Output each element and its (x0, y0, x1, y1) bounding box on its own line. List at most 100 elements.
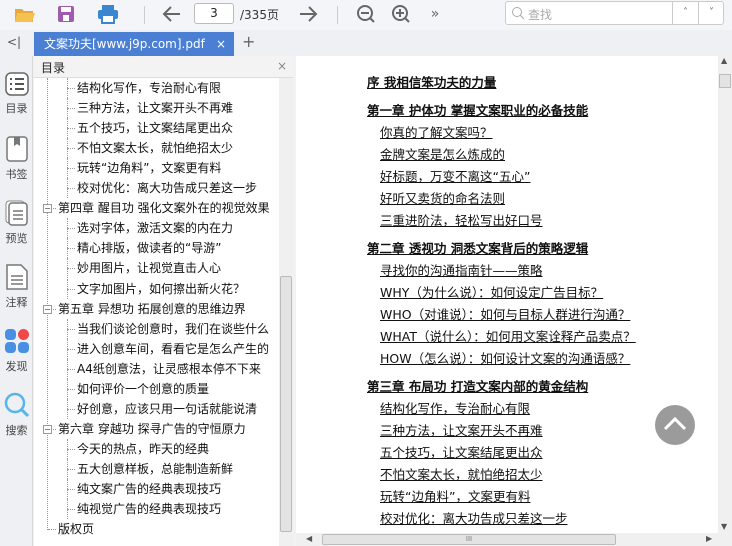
tab-document[interactable]: 文案功夫[www.j9p.com].pdf × (34, 32, 234, 56)
toc-item[interactable]: 五个技巧，让文案结尾更出众 (77, 118, 233, 138)
new-tab-button[interactable]: + (242, 32, 255, 51)
toc-item[interactable]: 文字加图片，如何擦出新火花？ (77, 279, 245, 299)
tree-line (67, 278, 68, 299)
doc-toc-item-link[interactable]: 五个技巧，让文案结尾更出众 (380, 442, 543, 461)
vertical-scrollbar[interactable]: ▲ ▼ (718, 56, 732, 533)
bookmark-icon (5, 136, 28, 165)
tree-line (67, 388, 75, 390)
tree-line (67, 258, 68, 279)
tree-line (67, 438, 68, 459)
doc-toc-item-link[interactable]: 校对优化：离大功告成只差这一步 (380, 508, 568, 527)
tree-line (67, 489, 75, 490)
tree-line (67, 288, 75, 290)
tree-line (67, 78, 68, 99)
rail-item-annotation[interactable]: 注释 (0, 264, 33, 310)
document-view: 序 我相信笨功夫的力量第一章 护体功 掌握文案职业的必备技能你真的了解文案吗？ 金… (296, 56, 718, 533)
toc-scroll-thumb[interactable] (280, 276, 292, 532)
open-folder-icon[interactable] (13, 3, 37, 25)
scroll-down-arrow-icon[interactable]: ▼ (721, 522, 727, 531)
close-toc-icon[interactable]: × (277, 59, 287, 73)
toc-icon (4, 72, 29, 99)
toc-item[interactable]: 妙用图片，让视觉直击人心 (77, 258, 221, 278)
toc-item[interactable]: 玩转“边角料”，文案更有料 (77, 158, 221, 178)
tree-line (67, 88, 75, 89)
toc-item[interactable]: 三种方法，让文案开头不再难 (77, 98, 233, 118)
doc-toc-item-link[interactable]: WHO（对谁说）：如何与目标人群进行沟通？ (380, 304, 630, 323)
toc-item[interactable]: 纯文案广告的经典表现技巧 (77, 479, 221, 499)
prev-page-icon[interactable] (160, 3, 184, 25)
doc-toc-chapter-link[interactable]: 序 我相信笨功夫的力量 (367, 72, 496, 91)
doc-toc-chapter-link[interactable]: 第二章 透视功 洞悉文案背后的策略逻辑 (367, 238, 588, 257)
scroll-right-arrow-icon[interactable]: ▶ (706, 534, 712, 543)
doc-toc-item-link[interactable]: 三重进阶法，轻松写出好口号 (380, 210, 543, 229)
search-box[interactable]: 查找 ˄ ˅ (505, 1, 724, 25)
rail-item-discover[interactable]: 发现 (0, 328, 33, 374)
toc-item[interactable]: 不怕文案太长，就怕绝招太少 (77, 138, 233, 158)
tree-line (67, 268, 75, 270)
rail-item-preview[interactable]: 预览 (0, 200, 33, 246)
collapse-sidebar-button[interactable]: <| (7, 35, 21, 49)
tree-line (67, 218, 68, 239)
doc-toc-chapter-link[interactable]: 第三章 布局功 打造文案内部的黄金结构 (367, 376, 588, 395)
doc-toc-item-link[interactable]: HOW（怎么说）：如何设计文案的沟通语感？ (380, 348, 630, 367)
toc-item[interactable]: 校对优化：离大功告成只差这一步 (77, 178, 257, 198)
doc-toc-item-link[interactable]: 你真的了解文案吗？ (380, 122, 493, 141)
toc-chapter[interactable]: 第四章 醒目功 强化文案外在的视觉效果 (58, 198, 270, 218)
toc-chapter[interactable]: 第六章 穿越功 探寻广告的守恒原力 (58, 419, 246, 439)
toc-scrollbar[interactable] (279, 78, 293, 546)
collapse-toggle-icon[interactable]: − (43, 304, 52, 314)
toc-item[interactable]: 纯视觉广告的经典表现技巧 (77, 499, 221, 519)
doc-toc-item-link[interactable]: 好标题，万变不离这“五心” (380, 166, 530, 185)
back-to-top-button[interactable] (655, 405, 695, 445)
toc-item[interactable]: 进入创意车间，看看它是怎么产生的 (77, 339, 269, 359)
search-next-button[interactable]: ˅ (698, 2, 724, 24)
doc-toc-item-link[interactable]: 寻找你的沟通指南针——策略 (380, 260, 543, 279)
horizontal-scroll-thumb[interactable]: III (322, 534, 616, 545)
collapse-toggle-icon[interactable]: − (43, 204, 52, 214)
doc-toc-item-link[interactable]: WHAT（说什么）：如何用文案诠释产品卖点？ (380, 326, 636, 345)
tree-line (67, 408, 75, 410)
scroll-up-arrow-icon[interactable]: ▲ (721, 56, 727, 65)
toc-chapter[interactable]: 版权页 (58, 519, 94, 539)
next-page-icon[interactable] (296, 3, 320, 25)
toc-item[interactable]: 好创意，应该只用一句话就能说清 (77, 399, 257, 419)
search-input[interactable]: 查找 (528, 6, 552, 23)
scroll-left-arrow-icon[interactable]: ◀ (306, 534, 312, 543)
collapse-toggle-icon[interactable]: − (43, 424, 52, 434)
print-icon[interactable] (96, 3, 120, 25)
close-tab-icon[interactable]: × (216, 32, 226, 56)
doc-toc-chapter-link[interactable]: 第一章 护体功 掌握文案职业的必备技能 (367, 100, 588, 119)
toc-item[interactable]: 精心排版，做读者的“导游” (77, 238, 221, 258)
toc-item[interactable]: 选对字体，激活文案的内在力 (77, 218, 233, 238)
horizontal-scrollbar[interactable]: ◀ III ▶ (296, 533, 732, 546)
doc-toc-item-link[interactable]: 金牌文案是怎么炼成的 (380, 144, 505, 163)
zoom-out-icon[interactable] (354, 3, 378, 25)
doc-toc-item-link[interactable]: 三种方法，让文案开头不再难 (380, 420, 543, 439)
rail-item-toc[interactable]: 目录 (0, 72, 33, 116)
doc-toc-item-link[interactable]: 结构化写作，专治耐心有限 (380, 398, 530, 417)
toc-item[interactable]: 当我们谈论创意时，我们在谈些什么 (77, 319, 269, 339)
vertical-scroll-thumb[interactable] (719, 74, 731, 88)
doc-toc-item-link[interactable]: 玩转“边角料”，文案更有料 (380, 486, 530, 505)
doc-toc-item-link[interactable]: WHY（为什么说）：如何设定广告目标？ (380, 282, 603, 301)
zoom-in-icon[interactable] (389, 3, 413, 25)
rail-item-bookmark[interactable]: 书签 (0, 136, 33, 182)
more-tools-button[interactable]: » (423, 3, 447, 25)
toc-panel: 目录 × 结构化写作，专治耐心有限 三种方法，让文案开头不再难 五个技巧，让文案结尾… (34, 56, 293, 546)
toc-item[interactable]: 今天的热点，昨天的经典 (77, 439, 209, 459)
rail-item-label: 目录 (5, 102, 28, 115)
toc-item[interactable]: 结构化写作，专治耐心有限 (77, 78, 221, 98)
toc-item[interactable]: 如何评价一个创意的质量 (77, 379, 209, 399)
tree-line (67, 248, 75, 250)
search-prev-button[interactable]: ˄ (672, 2, 698, 24)
doc-toc-item-link[interactable]: 好听又卖货的命名法则 (380, 188, 505, 207)
tree-line (67, 318, 68, 339)
doc-toc-item-link[interactable]: 不怕文案太长，就怕绝招太少 (380, 464, 543, 483)
toc-item[interactable]: 五大创意样板，总能制造新鲜 (77, 459, 233, 479)
tree-line (67, 448, 75, 450)
page-number-input[interactable]: 3 (194, 3, 234, 24)
save-icon[interactable] (54, 3, 78, 25)
toc-chapter[interactable]: 第五章 异想功 拓展创意的思维边界 (58, 299, 246, 319)
toc-item[interactable]: A4纸创意法，让灵感根本停不下来 (77, 359, 261, 379)
rail-item-search[interactable]: 搜索 (0, 392, 33, 438)
